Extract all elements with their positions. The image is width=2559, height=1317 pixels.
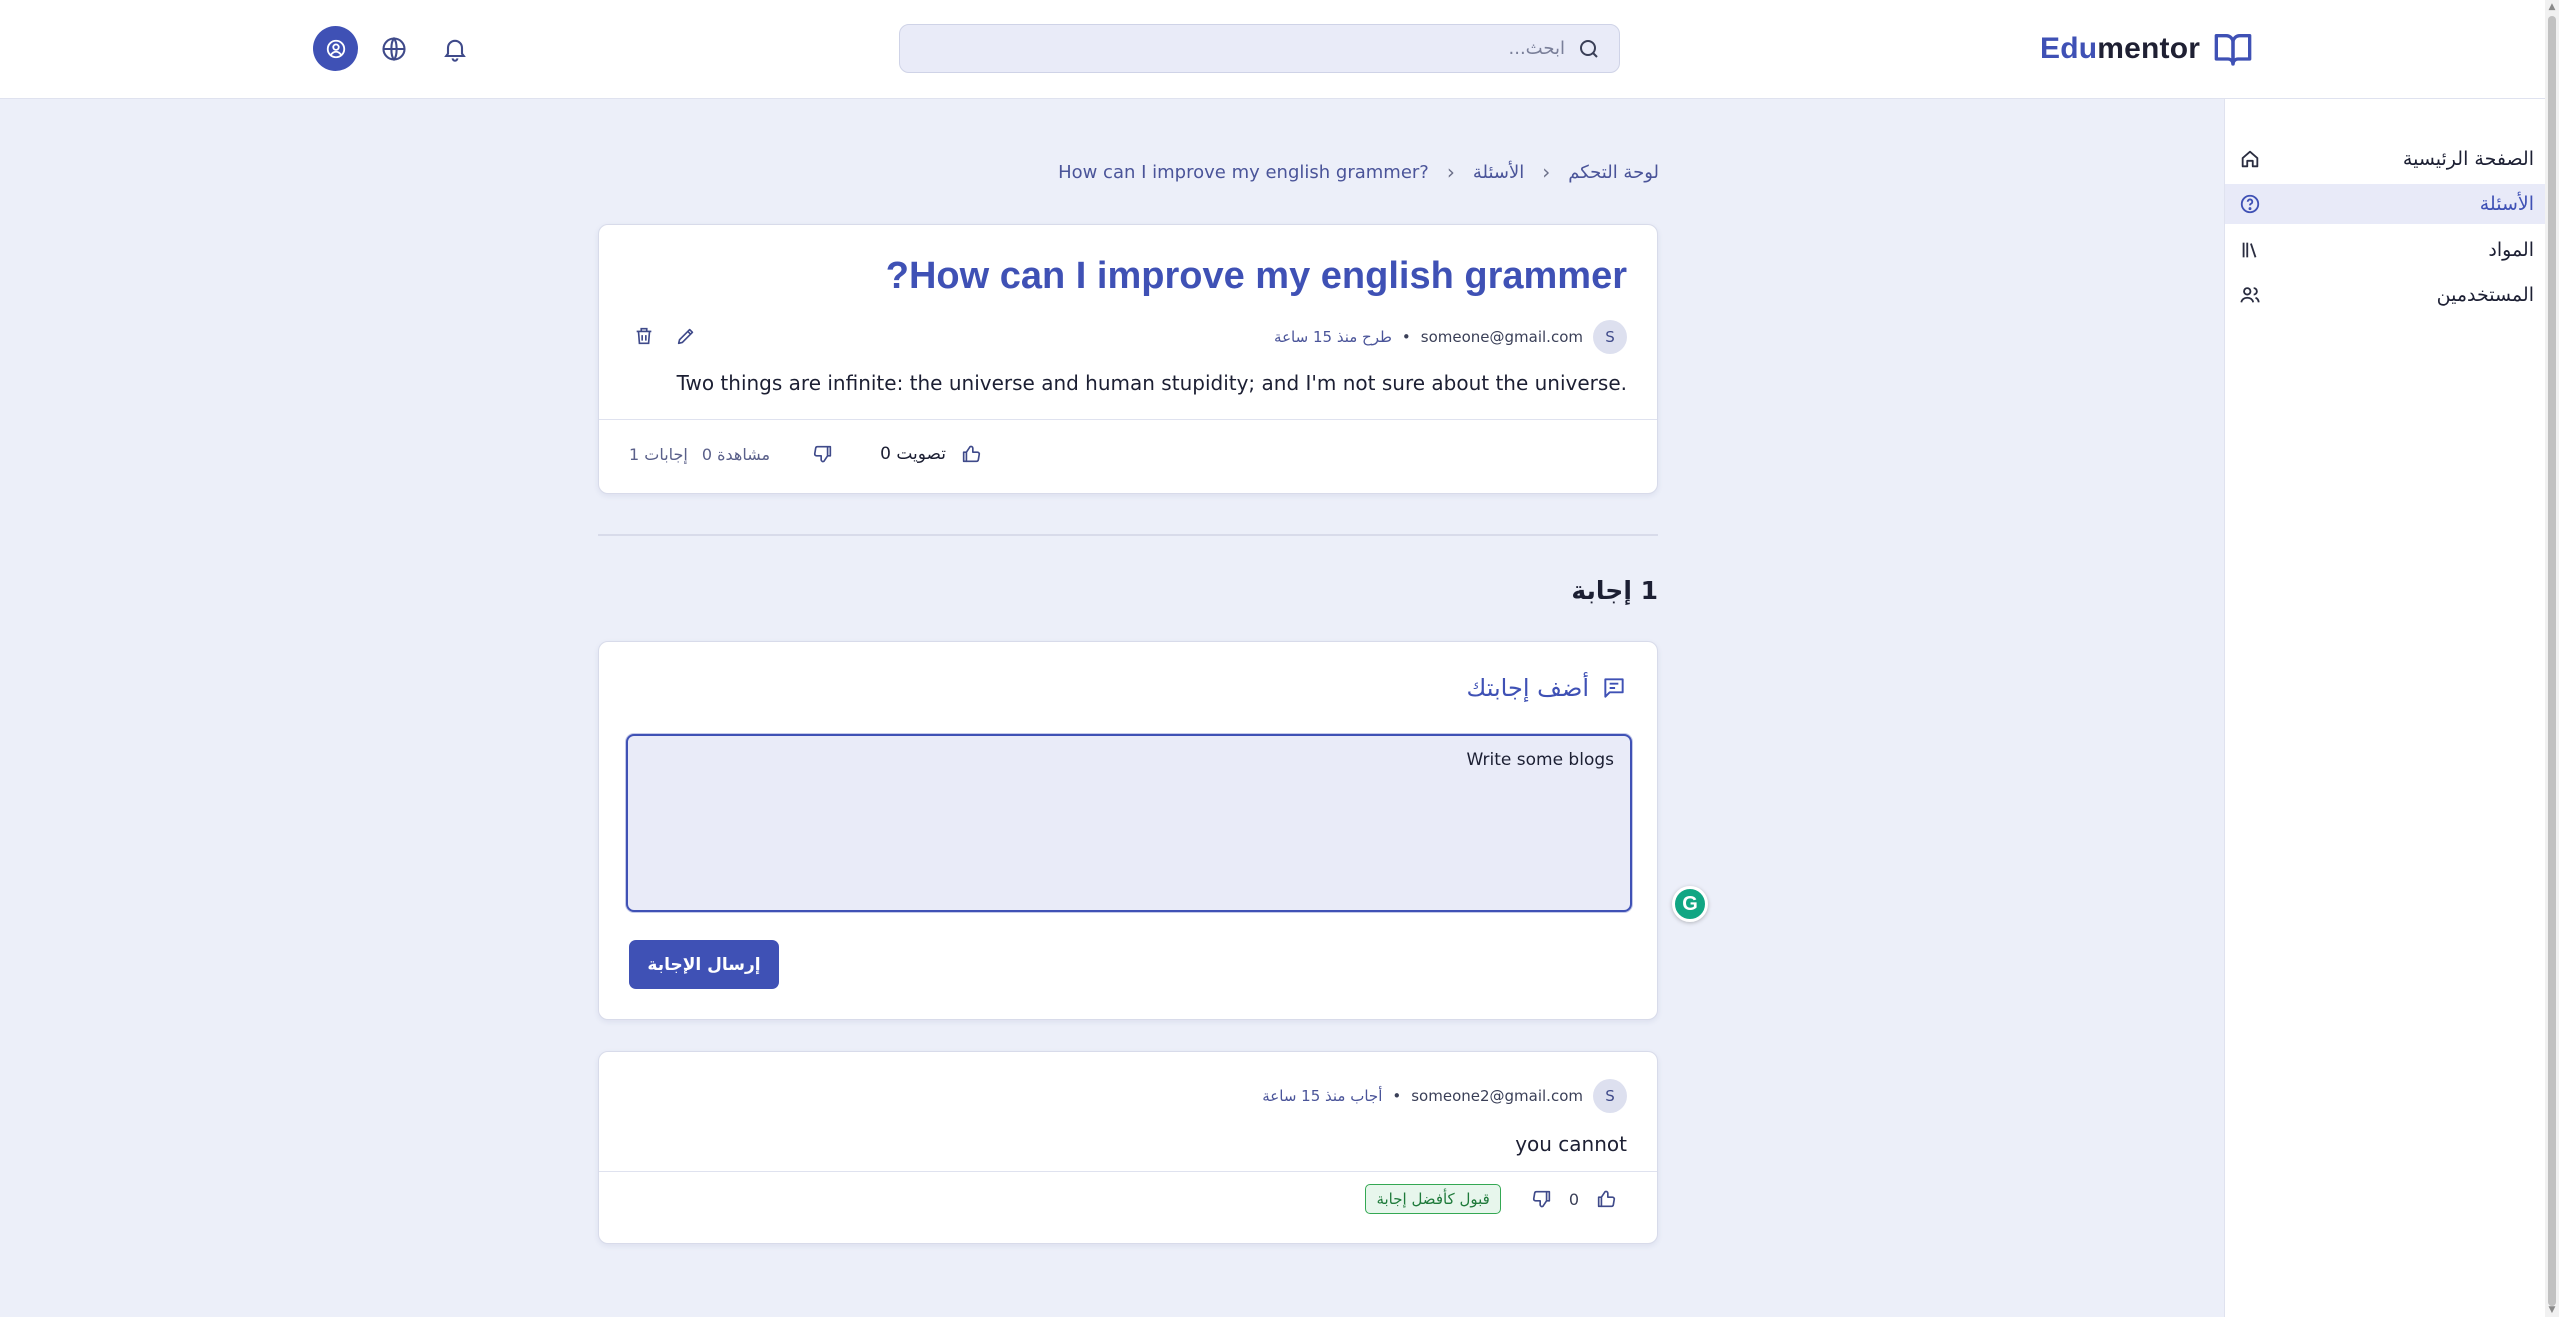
thumbs-down-icon[interactable] xyxy=(1531,1188,1553,1210)
meta-separator: • xyxy=(1401,328,1411,346)
bell-icon[interactable] xyxy=(441,35,469,63)
sidebar-item-label: الأسئلة xyxy=(2479,193,2534,215)
answer-votes: 0 xyxy=(1568,1189,1579,1209)
breadcrumb-current: ?How can I improve my english grammer xyxy=(1058,161,1429,183)
accept-best-answer-button[interactable]: قبول كأفضل إجابة xyxy=(1365,1184,1501,1214)
avatar: S xyxy=(1593,1079,1627,1113)
sidebar: الصفحة الرئيسية الأسئلة المواد المستخدمي… xyxy=(2224,99,2546,1317)
answer-actions: 0 قبول كأفضل إجابة xyxy=(1365,1182,1617,1216)
scrollbar-thumb[interactable] xyxy=(2548,16,2556,1306)
sidebar-item-label: المواد xyxy=(2488,239,2534,261)
question-circle-icon xyxy=(2239,193,2261,215)
posted-time: طرح منذ 15 ساعة xyxy=(1274,328,1392,346)
answers-count: 1 إجابات xyxy=(629,444,688,464)
book-icon xyxy=(2212,29,2254,69)
divider xyxy=(599,419,1657,420)
avatar: S xyxy=(1593,320,1627,354)
views-count: 0 مشاهدة xyxy=(701,444,771,464)
sidebar-item-label: المستخدمين xyxy=(2436,284,2534,306)
top-header: Edumentor ابحث... xyxy=(0,0,2545,99)
thumbs-down-icon[interactable] xyxy=(812,443,834,465)
user-menu-button[interactable] xyxy=(313,26,358,71)
question-body: Two things are infinite: the universe an… xyxy=(676,371,1627,395)
answer-form-title-label: أضف إجابتك xyxy=(1466,674,1589,702)
message-square-icon xyxy=(1601,675,1627,701)
sidebar-item-questions[interactable]: الأسئلة xyxy=(2225,184,2546,224)
search-bar[interactable]: ابحث... xyxy=(899,24,1620,73)
sidebar-item-label: الصفحة الرئيسية xyxy=(2402,148,2534,170)
sidebar-item-home[interactable]: الصفحة الرئيسية xyxy=(2225,139,2546,179)
search-input[interactable]: ابحث... xyxy=(1509,38,1565,59)
submit-answer-button[interactable]: إرسال الإجابة xyxy=(629,940,779,989)
question-title: ?How can I improve my english grammer xyxy=(885,255,1627,297)
answers-heading: 1 إجابة xyxy=(1571,576,1658,605)
search-icon xyxy=(1577,37,1601,61)
answer-body: you cannot xyxy=(1515,1132,1627,1156)
sidebar-item-subjects[interactable]: المواد xyxy=(2225,230,2546,270)
trash-icon[interactable] xyxy=(633,325,655,347)
author-email: someone@gmail.com xyxy=(1420,328,1583,346)
answer-textarea[interactable]: Write some blogs xyxy=(626,734,1632,912)
question-card: ?How can I improve my english grammer S … xyxy=(598,224,1658,494)
meta-separator: • xyxy=(1392,1087,1402,1105)
question-stats: 1 إجابات 0 مشاهدة 0 تصويت xyxy=(629,439,982,469)
chevron-left-icon: ‹ xyxy=(1542,160,1551,184)
breadcrumb-dashboard[interactable]: لوحة التحكم xyxy=(1568,162,1659,183)
logo[interactable]: Edumentor xyxy=(2040,28,2254,70)
page-scrollbar[interactable]: ▲ ▼ xyxy=(2545,0,2559,1317)
breadcrumb: لوحة التحكم ‹ الأسئلة ‹ ?How can I impro… xyxy=(1058,158,1659,186)
answer-card: S someone2@gmail.com • أجاب منذ 15 ساعة … xyxy=(598,1051,1658,1244)
sidebar-item-users[interactable]: المستخدمين xyxy=(2225,275,2546,315)
thumbs-up-icon[interactable] xyxy=(960,443,982,465)
breadcrumb-questions[interactable]: الأسئلة xyxy=(1473,162,1524,183)
question-meta: S someone@gmail.com • طرح منذ 15 ساعة xyxy=(1274,319,1627,355)
edit-pencil-icon[interactable] xyxy=(675,325,697,347)
globe-icon[interactable] xyxy=(380,35,408,63)
user-circle-icon xyxy=(325,38,347,60)
library-icon xyxy=(2239,239,2261,261)
users-icon xyxy=(2239,284,2261,306)
posted-time: أجاب منذ 15 ساعة xyxy=(1262,1087,1383,1105)
author-email: someone2@gmail.com xyxy=(1411,1087,1583,1105)
answer-form-card: أضف إجابتك Write some blogs إرسال الإجاب… xyxy=(598,641,1658,1020)
home-icon xyxy=(2239,148,2261,170)
scroll-down-icon[interactable]: ▼ xyxy=(2548,1306,2556,1315)
chevron-left-icon: ‹ xyxy=(1446,160,1455,184)
thumbs-up-icon[interactable] xyxy=(1595,1188,1617,1210)
scroll-up-icon[interactable]: ▲ xyxy=(2548,3,2556,12)
logo-text: Edumentor xyxy=(2040,32,2201,65)
question-actions xyxy=(633,325,697,347)
answer-meta: S someone2@gmail.com • أجاب منذ 15 ساعة xyxy=(1262,1078,1627,1114)
votes-count: 0 تصويت xyxy=(880,444,946,464)
section-divider xyxy=(598,534,1658,536)
answer-form-title: أضف إجابتك xyxy=(1467,674,1627,702)
divider xyxy=(599,1171,1657,1172)
grammarly-icon[interactable]: G xyxy=(1672,886,1708,922)
